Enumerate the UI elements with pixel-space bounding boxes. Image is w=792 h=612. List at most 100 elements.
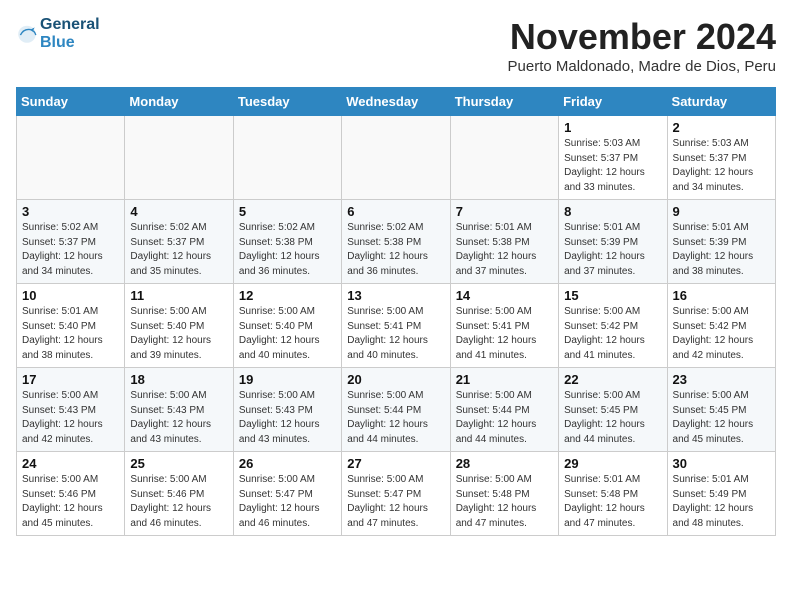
day-info: Sunrise: 5:03 AM Sunset: 5:37 PM Dayligh… (673, 137, 770, 195)
day-info: Sunrise: 5:01 AM Sunset: 5:40 PM Dayligh… (22, 305, 119, 363)
day-number: 13 (347, 288, 444, 303)
day-number: 6 (347, 204, 444, 219)
day-number: 4 (130, 204, 227, 219)
calendar-cell: 22Sunrise: 5:00 AM Sunset: 5:45 PM Dayli… (559, 368, 667, 452)
calendar-cell: 24 Sunrise: 5:00 AM Sunset: 5:46 PM Dayli… (17, 452, 125, 536)
subtitle: Puerto Maldonado, Madre de Dios, Peru (508, 58, 776, 75)
day-number: 24 (22, 456, 119, 471)
day-info: Sunrise: 5:00 AM Sunset: 5:44 PM Dayligh… (456, 389, 553, 447)
calendar-cell: 29 Sunrise: 5:01 AM Sunset: 5:48 PM Dayli… (559, 452, 667, 536)
day-number: 10 (22, 288, 119, 303)
week-row-5: 24 Sunrise: 5:00 AM Sunset: 5:46 PM Dayli… (17, 452, 776, 536)
day-info: Sunrise: 5:00 AM Sunset: 5:41 PM Dayligh… (347, 305, 444, 363)
calendar-cell: 23 Sunrise: 5:00 AM Sunset: 5:45 PM Dayli… (667, 368, 775, 452)
day-number: 1 (564, 120, 661, 135)
day-info: Sunrise: 5:00 AM Sunset: 5:46 PM Dayligh… (130, 473, 227, 531)
calendar-cell: 30 Sunrise: 5:01 AM Sunset: 5:49 PM Dayli… (667, 452, 775, 536)
calendar-cell: 6 Sunrise: 5:02 AM Sunset: 5:38 PM Daylig… (342, 200, 450, 284)
day-info: Sunrise: 5:00 AM Sunset: 5:47 PM Dayligh… (239, 473, 336, 531)
calendar-cell (342, 116, 450, 200)
calendar-cell: 20Sunrise: 5:00 AM Sunset: 5:44 PM Dayli… (342, 368, 450, 452)
day-number: 14 (456, 288, 553, 303)
day-number: 26 (239, 456, 336, 471)
day-info: Sunrise: 5:00 AM Sunset: 5:43 PM Dayligh… (22, 389, 119, 447)
calendar-cell: 10 Sunrise: 5:01 AM Sunset: 5:40 PM Dayli… (17, 284, 125, 368)
day-number: 15 (564, 288, 661, 303)
day-number: 11 (130, 288, 227, 303)
col-header-thursday: Thursday (450, 88, 558, 116)
calendar-cell: 9 Sunrise: 5:01 AM Sunset: 5:39 PM Daylig… (667, 200, 775, 284)
calendar-cell: 26 Sunrise: 5:00 AM Sunset: 5:47 PM Dayli… (233, 452, 341, 536)
day-info: Sunrise: 5:00 AM Sunset: 5:40 PM Dayligh… (130, 305, 227, 363)
day-info: Sunrise: 5:00 AM Sunset: 5:42 PM Dayligh… (564, 305, 661, 363)
day-number: 19 (239, 372, 336, 387)
month-title: November 2024 (508, 16, 776, 58)
day-number: 29 (564, 456, 661, 471)
week-row-4: 17 Sunrise: 5:00 AM Sunset: 5:43 PM Dayli… (17, 368, 776, 452)
day-info: Sunrise: 5:00 AM Sunset: 5:41 PM Dayligh… (456, 305, 553, 363)
day-info: Sunrise: 5:02 AM Sunset: 5:38 PM Dayligh… (347, 221, 444, 279)
day-number: 12 (239, 288, 336, 303)
day-number: 7 (456, 204, 553, 219)
day-info: Sunrise: 5:01 AM Sunset: 5:39 PM Dayligh… (673, 221, 770, 279)
day-info: Sunrise: 5:03 AM Sunset: 5:37 PM Dayligh… (564, 137, 661, 195)
day-info: Sunrise: 5:00 AM Sunset: 5:48 PM Dayligh… (456, 473, 553, 531)
logo-line2: Blue (40, 34, 100, 52)
calendar-cell: 17 Sunrise: 5:00 AM Sunset: 5:43 PM Dayli… (17, 368, 125, 452)
calendar-cell: 8 Sunrise: 5:01 AM Sunset: 5:39 PM Daylig… (559, 200, 667, 284)
day-info: Sunrise: 5:00 AM Sunset: 5:47 PM Dayligh… (347, 473, 444, 531)
day-number: 5 (239, 204, 336, 219)
day-info: Sunrise: 5:00 AM Sunset: 5:42 PM Dayligh… (673, 305, 770, 363)
calendar-cell: 19 Sunrise: 5:00 AM Sunset: 5:43 PM Dayli… (233, 368, 341, 452)
day-number: 21 (456, 372, 553, 387)
calendar-cell (17, 116, 125, 200)
day-number: 8 (564, 204, 661, 219)
day-info: Sunrise: 5:01 AM Sunset: 5:49 PM Dayligh… (673, 473, 770, 531)
calendar-cell: 4 Sunrise: 5:02 AM Sunset: 5:37 PM Daylig… (125, 200, 233, 284)
day-number: 9 (673, 204, 770, 219)
day-info: Sunrise: 5:02 AM Sunset: 5:37 PM Dayligh… (130, 221, 227, 279)
day-info: Sunrise: 5:00 AM Sunset: 5:46 PM Dayligh… (22, 473, 119, 531)
col-header-tuesday: Tuesday (233, 88, 341, 116)
day-info: Sunrise: 5:01 AM Sunset: 5:48 PM Dayligh… (564, 473, 661, 531)
calendar-cell: 16 Sunrise: 5:00 AM Sunset: 5:42 PM Dayli… (667, 284, 775, 368)
col-header-sunday: Sunday (17, 88, 125, 116)
calendar-cell: 15 Sunrise: 5:00 AM Sunset: 5:42 PM Dayli… (559, 284, 667, 368)
col-header-friday: Friday (559, 88, 667, 116)
title-section: November 2024 Puerto Maldonado, Madre de… (508, 16, 776, 75)
day-number: 30 (673, 456, 770, 471)
calendar-cell: 2 Sunrise: 5:03 AM Sunset: 5:37 PM Daylig… (667, 116, 775, 200)
day-number: 3 (22, 204, 119, 219)
calendar-cell: 25 Sunrise: 5:00 AM Sunset: 5:46 PM Dayli… (125, 452, 233, 536)
calendar-table: SundayMondayTuesdayWednesdayThursdayFrid… (16, 87, 776, 536)
day-info: Sunrise: 5:00 AM Sunset: 5:43 PM Dayligh… (130, 389, 227, 447)
day-info: Sunrise: 5:01 AM Sunset: 5:39 PM Dayligh… (564, 221, 661, 279)
day-info: Sunrise: 5:00 AM Sunset: 5:43 PM Dayligh… (239, 389, 336, 447)
day-number: 25 (130, 456, 227, 471)
calendar-cell: 5 Sunrise: 5:02 AM Sunset: 5:38 PM Daylig… (233, 200, 341, 284)
calendar-cell (450, 116, 558, 200)
day-number: 28 (456, 456, 553, 471)
week-row-1: 1 Sunrise: 5:03 AM Sunset: 5:37 PM Daylig… (17, 116, 776, 200)
day-number: 2 (673, 120, 770, 135)
col-header-wednesday: Wednesday (342, 88, 450, 116)
day-number: 23 (673, 372, 770, 387)
day-number: 16 (673, 288, 770, 303)
calendar-cell: 13 Sunrise: 5:00 AM Sunset: 5:41 PM Dayli… (342, 284, 450, 368)
week-row-2: 3 Sunrise: 5:02 AM Sunset: 5:37 PM Daylig… (17, 200, 776, 284)
calendar-cell: 18 Sunrise: 5:00 AM Sunset: 5:43 PM Dayli… (125, 368, 233, 452)
col-header-monday: Monday (125, 88, 233, 116)
day-info: Sunrise: 5:02 AM Sunset: 5:37 PM Dayligh… (22, 221, 119, 279)
day-number: 17 (22, 372, 119, 387)
day-number: 18 (130, 372, 227, 387)
calendar-cell (125, 116, 233, 200)
calendar-cell: 21 Sunrise: 5:00 AM Sunset: 5:44 PM Dayli… (450, 368, 558, 452)
day-info: Sunrise: 5:00 AM Sunset: 5:45 PM Dayligh… (673, 389, 770, 447)
calendar-cell: 12Sunrise: 5:00 AM Sunset: 5:40 PM Dayli… (233, 284, 341, 368)
day-info: Sunrise: 5:02 AM Sunset: 5:38 PM Dayligh… (239, 221, 336, 279)
header-row: SundayMondayTuesdayWednesdayThursdayFrid… (17, 88, 776, 116)
calendar-cell: 14 Sunrise: 5:00 AM Sunset: 5:41 PM Dayli… (450, 284, 558, 368)
calendar-cell: 7Sunrise: 5:01 AM Sunset: 5:38 PM Daylig… (450, 200, 558, 284)
calendar-cell: 1 Sunrise: 5:03 AM Sunset: 5:37 PM Daylig… (559, 116, 667, 200)
calendar-cell: 28 Sunrise: 5:00 AM Sunset: 5:48 PM Dayli… (450, 452, 558, 536)
